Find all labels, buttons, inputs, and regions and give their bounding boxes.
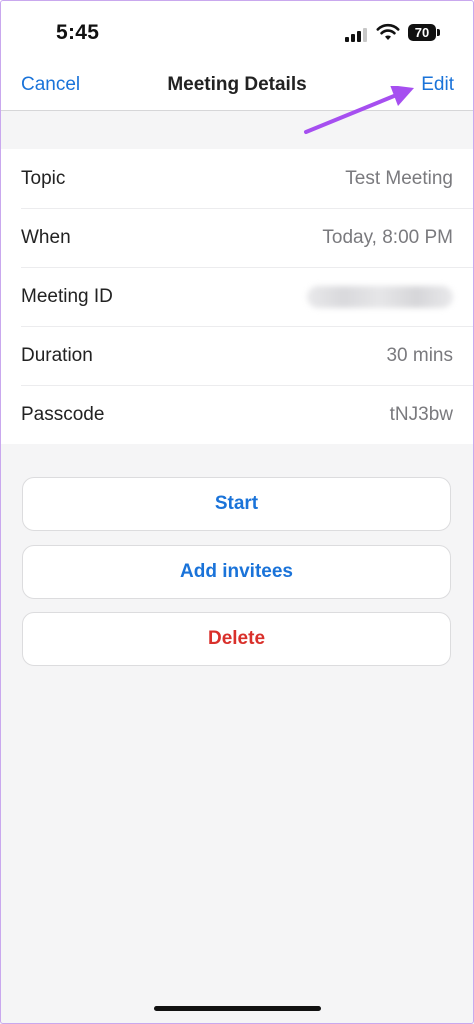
status-bar: 5:45 70 (0, 0, 474, 60)
delete-button[interactable]: Delete (22, 612, 451, 666)
status-time: 5:45 (56, 21, 100, 44)
cancel-button[interactable]: Cancel (21, 74, 80, 96)
add-invitees-button[interactable]: Add invitees (22, 545, 451, 599)
blurred-meeting-id (307, 285, 453, 308)
detail-value: Today, 8:00 PM (322, 226, 453, 248)
detail-row-when: When Today, 8:00 PM (0, 208, 474, 267)
battery-icon: 70 (408, 24, 436, 41)
detail-row-duration: Duration 30 mins (0, 326, 474, 385)
battery-level: 70 (414, 25, 430, 40)
detail-value: Test Meeting (345, 167, 453, 189)
edit-button[interactable]: Edit (421, 74, 454, 96)
detail-value: 30 mins (386, 344, 453, 366)
detail-label: When (21, 226, 71, 248)
battery-tip (437, 29, 440, 36)
detail-label: Duration (21, 344, 93, 366)
wifi-icon (376, 23, 400, 40)
cellular-signal-icon (345, 26, 369, 42)
detail-label: Topic (21, 167, 66, 189)
detail-label: Meeting ID (21, 285, 113, 307)
home-indicator[interactable] (154, 1006, 321, 1011)
detail-value: tNJ3bw (389, 403, 453, 425)
meeting-details-list: Topic Test Meeting When Today, 8:00 PM M… (0, 149, 474, 444)
detail-label: Passcode (21, 403, 105, 425)
start-button[interactable]: Start (22, 477, 451, 531)
detail-row-passcode: Passcode tNJ3bw (0, 385, 474, 444)
detail-row-topic: Topic Test Meeting (0, 149, 474, 208)
annotation-arrow-icon (304, 86, 414, 134)
detail-row-meeting-id: Meeting ID (0, 267, 474, 326)
